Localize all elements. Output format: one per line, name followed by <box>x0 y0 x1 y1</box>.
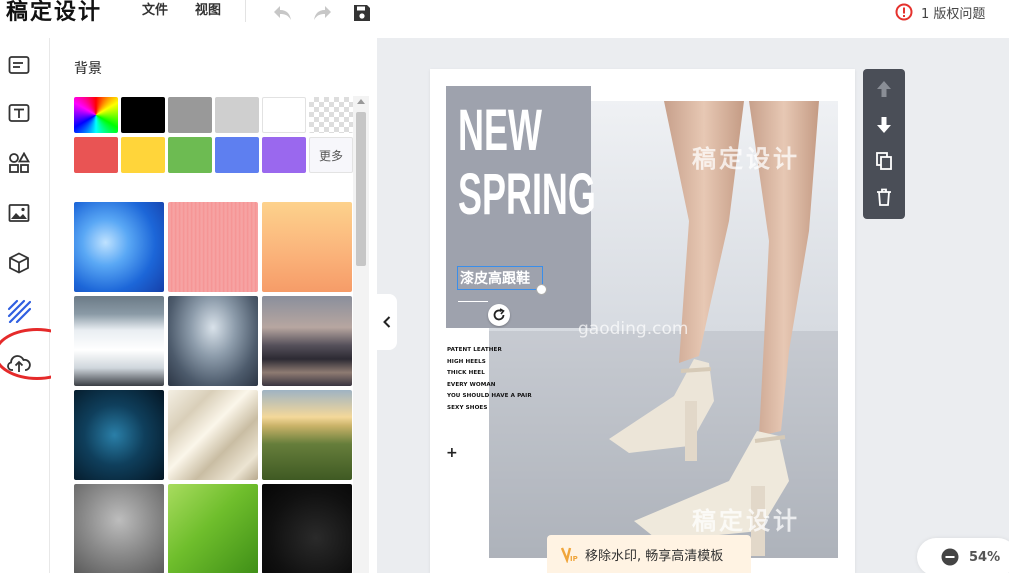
zoom-control[interactable]: 54% <box>917 538 1009 573</box>
delete-icon[interactable] <box>873 186 895 208</box>
panel-scrollbar[interactable] <box>353 96 369 573</box>
app-logo[interactable]: 稿定设计 <box>6 0 102 26</box>
duplicate-icon[interactable] <box>873 150 895 172</box>
color-swatch[interactable] <box>262 137 306 173</box>
zoom-value: 54% <box>969 549 1001 565</box>
tool-rail <box>0 38 80 573</box>
background-tile[interactable] <box>262 484 352 573</box>
tagline: HIGH HEELS <box>447 358 486 365</box>
background-tile[interactable] <box>262 202 352 292</box>
background-tile[interactable] <box>74 296 164 386</box>
color-swatch[interactable] <box>121 137 165 173</box>
tagline: SEXY SHOES <box>447 404 488 411</box>
background-tile[interactable] <box>262 390 352 480</box>
rotate-handle[interactable] <box>488 304 510 326</box>
panel-title: 背景 <box>74 61 102 77</box>
save-icon[interactable] <box>351 2 373 24</box>
3d-cube-icon[interactable] <box>6 250 32 276</box>
headline-line-1: NEW <box>458 98 542 163</box>
design-page[interactable]: NEW SPRING 漆皮高跟鞋 PATENT LEATHER HIGH HEE… <box>430 69 855 573</box>
color-swatch[interactable] <box>121 97 165 133</box>
more-colors-button[interactable]: 更多 <box>309 137 353 173</box>
scroll-thumb[interactable] <box>356 112 366 266</box>
background-tile[interactable] <box>168 484 258 573</box>
background-tile[interactable] <box>168 202 258 292</box>
tagline: PATENT LEATHER <box>447 347 502 353</box>
background-tile[interactable] <box>262 296 352 386</box>
color-swatch[interactable] <box>168 137 212 173</box>
add-element-icon[interactable]: + <box>446 445 458 461</box>
template-icon[interactable] <box>6 52 32 78</box>
collapse-panel-button[interactable] <box>377 294 397 350</box>
background-tile[interactable] <box>74 484 164 573</box>
background-tile[interactable] <box>168 390 258 480</box>
color-swatch[interactable] <box>168 97 212 133</box>
warning-text: 1 版权问题 <box>921 6 986 22</box>
rotate-icon <box>493 308 505 321</box>
move-down-icon[interactable] <box>873 114 895 136</box>
vip-text: 移除水印, 畅享高清模板 <box>585 548 724 564</box>
undo-icon[interactable] <box>272 2 294 24</box>
watermark-url: gaoding.com <box>578 319 689 339</box>
color-swatch[interactable] <box>74 137 118 173</box>
watermark: 稿定设计 <box>692 145 800 173</box>
resize-handle[interactable] <box>536 284 547 295</box>
background-tile[interactable] <box>74 390 164 480</box>
watermark: 稿定设计 <box>692 507 800 535</box>
layer-toolbar <box>863 69 905 219</box>
headline-text[interactable]: NEW SPRING <box>458 99 596 227</box>
remove-watermark-bar[interactable]: IP 移除水印, 畅享高清模板 <box>547 535 751 573</box>
redo-icon[interactable] <box>311 2 333 24</box>
svg-text:IP: IP <box>570 555 578 563</box>
background-tile[interactable] <box>168 296 258 386</box>
elements-icon[interactable] <box>6 150 32 176</box>
vip-icon: IP <box>561 547 578 563</box>
tagline-list[interactable]: PATENT LEATHER HIGH HEELS THICK HEEL EVE… <box>447 345 532 414</box>
rainbow-swatch[interactable] <box>74 97 118 133</box>
background-tile[interactable] <box>74 202 164 292</box>
headline-line-2: SPRING <box>458 162 596 227</box>
upload-cloud-icon[interactable] <box>6 350 32 376</box>
background-icon[interactable] <box>6 298 32 324</box>
scroll-up-arrow-icon[interactable] <box>357 99 365 104</box>
zoom-out-icon[interactable] <box>941 548 959 566</box>
top-bar: 稿定设计 文件 视图 1 版权问题 <box>0 0 1009 38</box>
move-up-icon[interactable] <box>873 78 895 100</box>
background-panel: 背景 更多 <box>51 38 377 573</box>
tagline: EVERY WOMAN <box>447 381 496 388</box>
color-swatch[interactable] <box>215 97 259 133</box>
color-swatch[interactable] <box>215 137 259 173</box>
tagline: YOU SHOULD HAVE A PAIR <box>447 393 532 399</box>
divider-line <box>458 301 488 302</box>
app-root: 稿定设计 文件 视图 1 版权问题 背景 更多 NEW SPRING 漆皮高跟鞋… <box>0 0 1009 573</box>
toolbar-divider <box>245 0 246 22</box>
subtitle-text[interactable]: 漆皮高跟鞋 <box>460 268 530 288</box>
copyright-warning[interactable]: 1 版权问题 <box>895 2 985 22</box>
text-icon[interactable] <box>6 100 32 126</box>
tagline: THICK HEEL <box>447 370 485 376</box>
alert-icon <box>895 3 913 21</box>
color-swatch[interactable] <box>262 97 306 133</box>
image-icon[interactable] <box>6 200 32 226</box>
chevron-left-icon <box>383 316 391 328</box>
menu-file[interactable]: 文件 <box>142 2 168 20</box>
transparent-swatch[interactable] <box>309 97 353 133</box>
canvas-area: NEW SPRING 漆皮高跟鞋 PATENT LEATHER HIGH HEE… <box>377 38 1009 573</box>
menu-view[interactable]: 视图 <box>195 2 221 20</box>
